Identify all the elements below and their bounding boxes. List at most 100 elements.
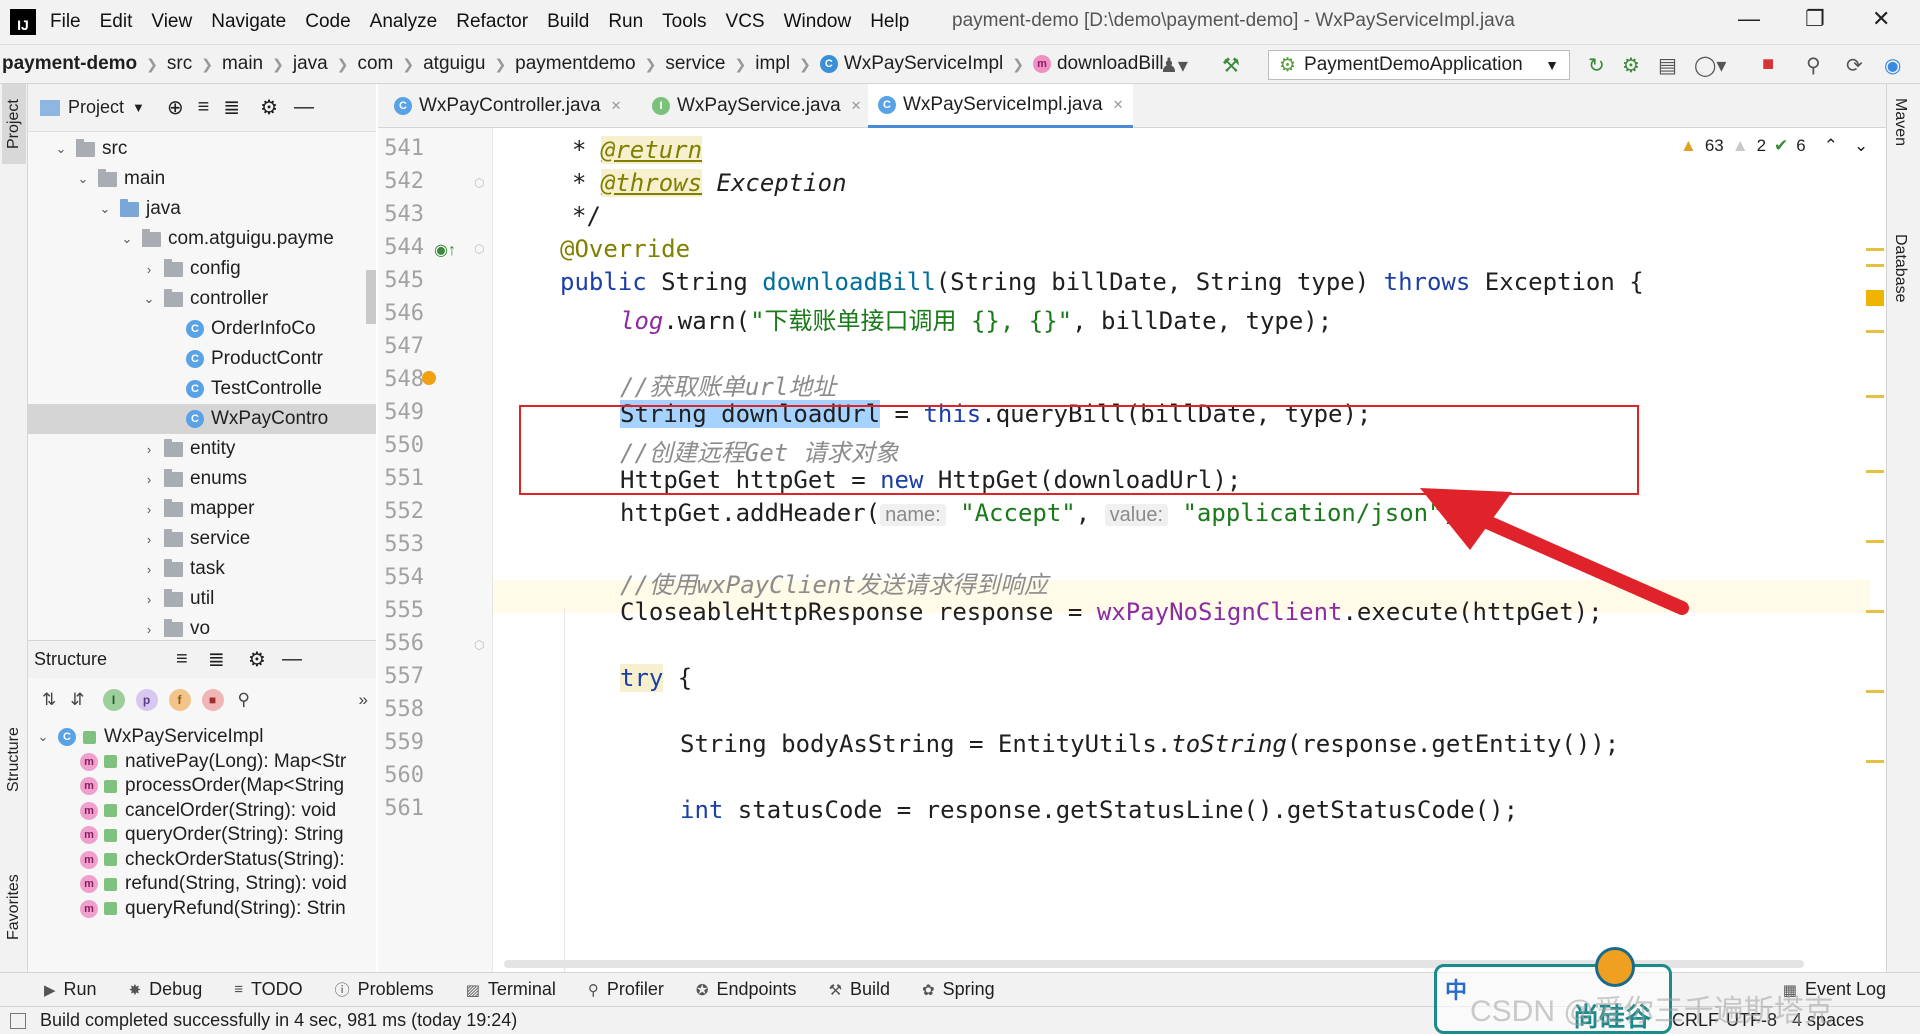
error-stripe-mark[interactable] xyxy=(1866,248,1884,251)
menu-tools[interactable]: Tools xyxy=(662,11,706,33)
gear-icon[interactable]: ⚙ xyxy=(248,647,266,672)
project-tree-item[interactable]: ⌄ src xyxy=(28,134,376,164)
collapse-all-icon[interactable]: ≣ xyxy=(223,95,240,120)
error-stripe-mark[interactable] xyxy=(1866,290,1884,306)
error-stripe-mark[interactable] xyxy=(1866,760,1884,763)
chevron-down-icon[interactable]: ⌄ xyxy=(98,201,112,217)
hide-panel-icon[interactable]: — xyxy=(294,96,314,119)
collapse-all-icon[interactable]: ≣ xyxy=(208,647,225,672)
menu-view[interactable]: View xyxy=(151,11,192,33)
tab-wxpayserviceimpl[interactable]: C WxPayServiceImpl.java ✕ xyxy=(868,84,1134,128)
project-tree-item[interactable]: ⌄ java xyxy=(28,194,376,224)
close-icon[interactable]: ✕ xyxy=(1113,97,1124,113)
close-icon[interactable]: ✕ xyxy=(851,98,862,114)
expand-all-icon[interactable]: ≡ xyxy=(176,648,188,671)
project-panel-title[interactable]: Project xyxy=(68,97,124,118)
coverage-icon[interactable]: ▤ xyxy=(1658,53,1677,78)
menu-vcs[interactable]: VCS xyxy=(726,11,765,33)
breadcrumb-main[interactable]: main xyxy=(222,53,263,75)
show-non-public-icon[interactable]: ■ xyxy=(201,689,224,711)
implementing-method-icon[interactable]: ◉↑ xyxy=(434,240,456,260)
search-icon[interactable]: ⚲ xyxy=(1806,53,1821,78)
close-icon[interactable]: ✕ xyxy=(1872,6,1890,32)
structure-method-item[interactable]: m queryRefund(String): Strin xyxy=(28,894,376,924)
project-tree-item[interactable]: ⌄ main xyxy=(28,164,376,194)
fold-marker-icon[interactable]: ⬡ xyxy=(474,242,484,256)
update-icon[interactable]: ◉ xyxy=(1884,53,1901,78)
endpoints-tool-button[interactable]: ✪ Endpoints xyxy=(696,979,797,1000)
error-stripe-mark[interactable] xyxy=(1866,264,1884,267)
fold-marker-icon[interactable]: ⬡ xyxy=(474,638,484,652)
show-inherited-icon[interactable]: I xyxy=(102,689,125,711)
breadcrumb-project[interactable]: payment-demo xyxy=(2,53,137,75)
chevron-right-icon[interactable]: › xyxy=(142,262,156,277)
profile-icon[interactable]: ◯▾ xyxy=(1694,53,1726,78)
show-properties-icon[interactable]: p xyxy=(135,689,158,711)
chevron-right-icon[interactable]: › xyxy=(142,532,156,547)
error-stripe-mark[interactable] xyxy=(1866,690,1884,693)
breadcrumb-method[interactable]: m downloadBill xyxy=(1032,53,1164,75)
tab-wxpaycontroller[interactable]: C WxPayController.java ✕ xyxy=(384,84,632,128)
favorites-tool-tab[interactable]: Favorites xyxy=(2,852,26,962)
show-fields-icon[interactable]: f xyxy=(168,689,191,711)
error-stripe-mark[interactable] xyxy=(1866,470,1884,473)
menu-file[interactable]: File xyxy=(50,11,81,33)
breadcrumb-src[interactable]: src xyxy=(167,53,192,75)
menu-code[interactable]: Code xyxy=(305,11,350,33)
close-icon[interactable]: ✕ xyxy=(611,98,622,114)
project-tree-item[interactable]: C OrderInfoCo xyxy=(28,314,376,344)
todo-tool-button[interactable]: ≡ TODO xyxy=(234,979,302,1000)
gear-icon[interactable]: ⚙ xyxy=(260,95,278,120)
project-tool-tab[interactable]: Project xyxy=(2,84,26,164)
status-message[interactable]: Build completed successfully in 4 sec, 9… xyxy=(40,1010,517,1031)
run-configuration-select[interactable]: ⚙ PaymentDemoApplication ▼ xyxy=(1268,50,1570,80)
project-tree-item[interactable]: › util xyxy=(28,584,376,614)
project-tree-item[interactable]: › vo xyxy=(28,614,376,640)
breadcrumb-com[interactable]: com xyxy=(357,53,393,75)
more-icon[interactable]: » xyxy=(359,690,368,710)
breadcrumb-paymentdemo[interactable]: paymentdemo xyxy=(515,53,635,75)
build-tool-button[interactable]: ⚒ Build xyxy=(829,979,890,1000)
project-tree-item[interactable]: › config xyxy=(28,254,376,284)
maven-tool-tab[interactable]: Maven xyxy=(1891,98,1909,146)
project-tree-item[interactable]: ⌄ controller xyxy=(28,284,376,314)
menu-edit[interactable]: Edit xyxy=(100,11,133,33)
menu-build[interactable]: Build xyxy=(547,11,589,33)
menu-analyze[interactable]: Analyze xyxy=(370,11,438,33)
debug-icon[interactable]: ⚙ xyxy=(1622,53,1640,78)
breadcrumb-class[interactable]: C WxPayServiceImpl xyxy=(819,53,1003,75)
chevron-right-icon[interactable]: › xyxy=(142,472,156,487)
sort-visibility-icon[interactable]: ⇵ xyxy=(70,690,84,710)
profiler-tool-button[interactable]: ⚲ Profiler xyxy=(588,979,664,1000)
project-tree-item[interactable]: › task xyxy=(28,554,376,584)
tab-wxpayservice[interactable]: I WxPayService.java ✕ xyxy=(642,84,872,128)
chevron-down-icon[interactable]: ⌄ xyxy=(76,171,90,187)
stop-icon[interactable]: ■ xyxy=(1762,53,1774,76)
bulb-icon[interactable] xyxy=(422,371,436,385)
chevron-down-icon[interactable]: ⌄ xyxy=(54,141,68,157)
menu-refactor[interactable]: Refactor xyxy=(456,11,528,33)
project-tree-item[interactable]: C TestControlle xyxy=(28,374,376,404)
project-tree-item[interactable]: C WxPayContro xyxy=(28,404,376,434)
toggle-tool-windows-icon[interactable] xyxy=(10,1012,26,1029)
locate-icon[interactable]: ⊕ xyxy=(167,95,184,120)
build-hammer-icon[interactable]: ⚒ xyxy=(1222,53,1240,78)
sort-alpha-icon[interactable]: ⇅ xyxy=(42,690,56,710)
chevron-down-icon[interactable]: ⌄ xyxy=(1854,136,1868,156)
minimize-icon[interactable]: — xyxy=(1738,6,1760,32)
chevron-down-icon[interactable]: ⌄ xyxy=(120,231,134,247)
project-tree-item[interactable]: › entity xyxy=(28,434,376,464)
chevron-right-icon[interactable]: › xyxy=(142,442,156,457)
error-stripe-mark[interactable] xyxy=(1866,330,1884,333)
restore-icon[interactable]: ❐ xyxy=(1805,6,1825,32)
project-tree-item[interactable]: C ProductContr xyxy=(28,344,376,374)
chevron-right-icon[interactable]: › xyxy=(142,562,156,577)
chevron-up-icon[interactable]: ⌃ xyxy=(1824,136,1838,156)
breadcrumb-java[interactable]: java xyxy=(293,53,328,75)
menu-help[interactable]: Help xyxy=(870,11,909,33)
hide-panel-icon[interactable]: — xyxy=(282,648,302,671)
database-tool-tab[interactable]: Database xyxy=(1891,234,1909,303)
menu-navigate[interactable]: Navigate xyxy=(211,11,286,33)
chevron-down-icon[interactable]: ▼ xyxy=(132,100,145,115)
chevron-right-icon[interactable]: › xyxy=(142,592,156,607)
